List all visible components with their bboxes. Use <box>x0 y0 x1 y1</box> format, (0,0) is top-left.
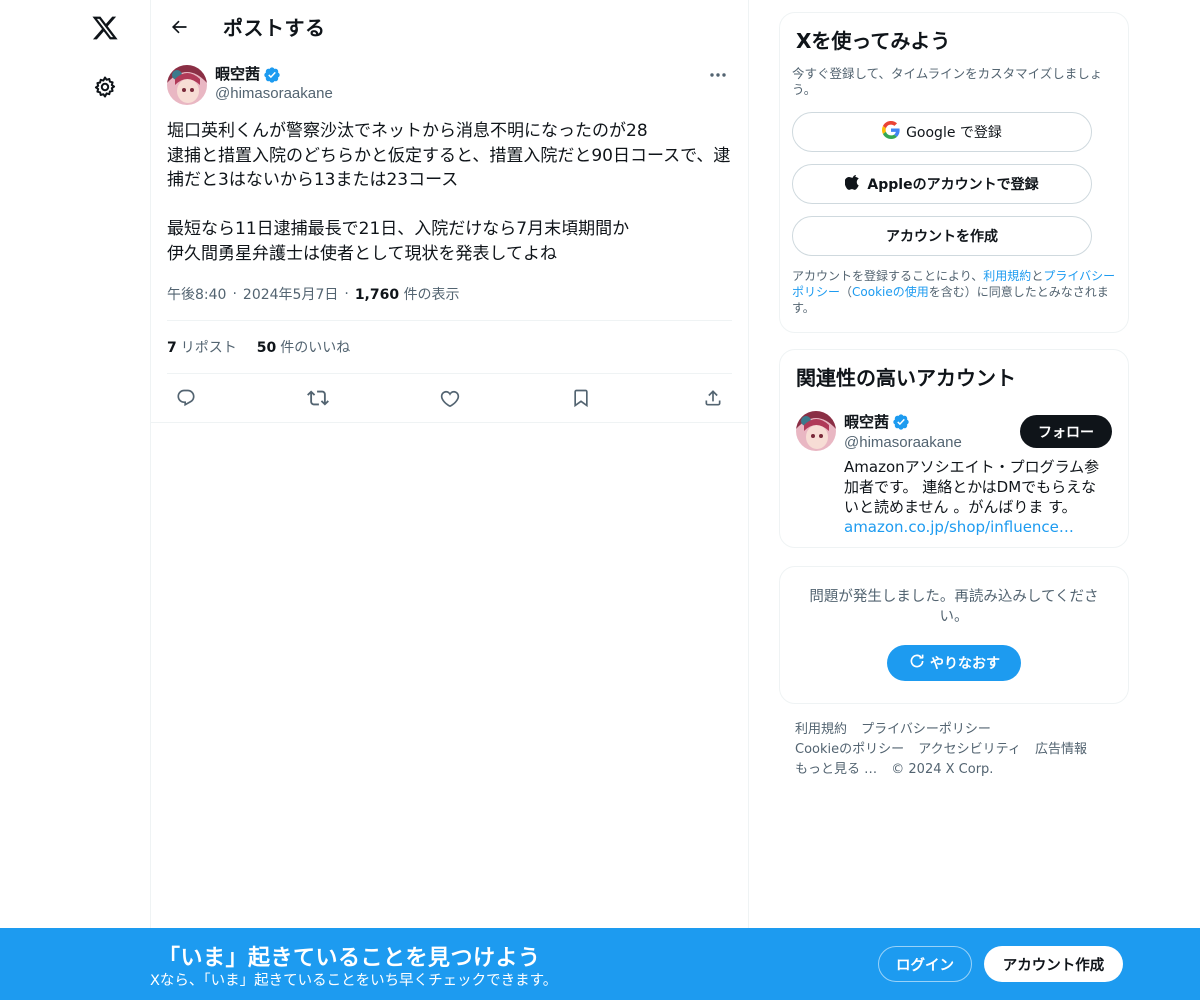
footer-row: 利用規約 プライバシーポリシー <box>795 720 1113 740</box>
signup-legal: アカウントを登録することにより、利用規約とプライバシーポリシー（Cookieの使… <box>792 268 1116 316</box>
footer-row: Cookieのポリシー アクセシビリティ 広告情報 <box>795 740 1113 760</box>
footer-row: もっと見る … © 2024 X Corp. <box>795 760 1113 780</box>
footer-link-terms[interactable]: 利用規約 <box>795 722 847 737</box>
footer-link-more[interactable]: もっと見る … <box>795 762 877 777</box>
repost-icon[interactable] <box>301 381 335 415</box>
google-icon <box>882 121 900 143</box>
banner-signup-button[interactable]: アカウント作成 <box>984 946 1123 982</box>
google-signup-label: Google で登録 <box>906 125 1002 141</box>
legal-paren: （ <box>840 285 853 299</box>
google-signup-button[interactable]: Google で登録 <box>792 112 1092 152</box>
legal-and: と <box>1031 269 1044 283</box>
create-account-label: アカウントを作成 <box>886 229 998 245</box>
recommended-accounts-card: 関連性の高いアカウント 暇空茜 @himasoraakane Amazonアソシ… <box>779 349 1129 548</box>
footer-link-ads[interactable]: 広告情報 <box>1035 742 1087 757</box>
create-account-button[interactable]: アカウントを作成 <box>792 216 1092 256</box>
author-text: 暇空茜 @himasoraakane <box>215 65 333 103</box>
legal-prefix: アカウントを登録することにより、 <box>792 269 984 283</box>
main-header: ポストする <box>151 0 748 53</box>
repost-count: 7 <box>167 340 177 356</box>
copyright: © 2024 X Corp. <box>891 762 994 777</box>
author-handle[interactable]: @himasoraakane <box>215 84 333 103</box>
meta-separator: · <box>232 286 237 302</box>
verified-badge-icon <box>263 66 281 84</box>
retry-label: やりなおす <box>930 656 1000 672</box>
views-label: 件の表示 <box>403 287 460 303</box>
apple-signup-button[interactable]: Appleのアカウントで登録 <box>792 164 1092 204</box>
page-title: ポストする <box>223 16 326 40</box>
post-author: 暇空茜 @himasoraakane <box>167 65 732 107</box>
verified-badge-icon <box>892 413 910 431</box>
post-stats: 7 リポスト 50 件のいいね <box>167 321 732 373</box>
like-count: 50 <box>256 340 277 356</box>
footer-link-cookie[interactable]: Cookieのポリシー <box>795 742 904 757</box>
banner-subtitle: Xなら、「いま」起きていることをいち早くチェックできます。 <box>150 973 558 989</box>
views-count: 1,760 <box>354 287 400 303</box>
recommended-bio-text: Amazonアソシエイト・プログラム参加者です。 連絡とかはDMでもらえないと読… <box>844 458 1100 516</box>
error-card: 問題が発生しました。再読み込みしてください。 やりなおす <box>779 566 1129 704</box>
terms-link[interactable]: 利用規約 <box>983 269 1031 283</box>
more-icon[interactable] <box>704 63 732 87</box>
meta-separator: · <box>344 286 349 302</box>
share-icon[interactable] <box>696 381 730 415</box>
recommended-account[interactable]: 暇空茜 @himasoraakane Amazonアソシエイト・プログラム参加者… <box>796 411 1112 537</box>
bottom-signup-banner: 「いま」起きていることを見つけよう Xなら、「いま」起きていることをいち早くチェ… <box>0 928 1200 1000</box>
author-name[interactable]: 暇空茜 <box>215 65 260 84</box>
post-actions <box>167 374 732 422</box>
follow-button[interactable]: フォロー <box>1020 415 1112 448</box>
signup-card: Xを使ってみよう 今すぐ登録して、タイムラインをカスタマイズしましょう。 Goo… <box>779 12 1129 333</box>
bookmark-icon[interactable] <box>564 381 598 415</box>
avatar[interactable] <box>167 65 207 105</box>
login-button[interactable]: ログイン <box>878 946 972 982</box>
recommended-title: 関連性の高いアカウント <box>796 366 1016 390</box>
repost-stat[interactable]: 7 リポスト <box>167 337 237 357</box>
avatar[interactable] <box>796 411 836 451</box>
like-stat[interactable]: 50 件のいいね <box>257 337 350 357</box>
post-meta: 午後8:40 · 2024年5月7日 · 1,760 件の表示 <box>167 284 732 304</box>
signup-title: Xを使ってみよう <box>796 29 951 53</box>
cookie-link[interactable]: Cookieの使用 <box>852 285 929 299</box>
banner-title: 「いま」起きていることを見つけよう <box>158 946 541 971</box>
refresh-icon <box>908 652 926 674</box>
post: 暇空茜 @himasoraakane 堀口英利くんが警察沙汰でネットから消息不明… <box>151 53 748 423</box>
post-date[interactable]: 2024年5月7日 <box>243 284 338 304</box>
x-logo-icon[interactable] <box>83 6 127 50</box>
repost-label: リポスト <box>180 340 237 356</box>
recommended-bio-link[interactable]: amazon.co.jp/shop/influence… <box>844 518 1074 536</box>
views: 1,760 件の表示 <box>355 284 460 304</box>
error-message: 問題が発生しました。再読み込みしてください。 <box>809 589 1099 625</box>
footer-links: 利用規約 プライバシーポリシー Cookieのポリシー アクセシビリティ 広告情… <box>779 720 1129 780</box>
reply-icon[interactable] <box>169 381 203 415</box>
post-time[interactable]: 午後8:40 <box>167 284 226 304</box>
gear-icon[interactable] <box>83 65 127 109</box>
footer-link-accessibility[interactable]: アクセシビリティ <box>918 742 1021 757</box>
author-name-row: 暇空茜 <box>215 65 333 84</box>
post-text: 堀口英利くんが警察沙汰でネットから消息不明になったのが28 逮捕と措置入院のどち… <box>167 121 731 264</box>
recommended-bio: Amazonアソシエイト・プログラム参加者です。 連絡とかはDMでもらえないと読… <box>844 457 1106 537</box>
main-column: ポストする 暇空茜 @himasoraakane 堀口英利くんが警察沙汰でネット… <box>150 0 749 1000</box>
apple-icon <box>845 173 861 195</box>
back-arrow-icon[interactable] <box>165 13 193 41</box>
signup-subtitle: 今すぐ登録して、タイムラインをカスタマイズしましょう。 <box>792 66 1103 97</box>
left-nav-rail <box>0 0 150 1000</box>
divider <box>151 422 748 423</box>
recommended-name[interactable]: 暇空茜 <box>844 411 889 432</box>
footer-link-privacy[interactable]: プライバシーポリシー <box>861 722 991 737</box>
retry-button[interactable]: やりなおす <box>887 645 1021 681</box>
like-label: 件のいいね <box>280 340 351 356</box>
right-sidebar: Xを使ってみよう 今すぐ登録して、タイムラインをカスタマイズしましょう。 Goo… <box>779 12 1129 780</box>
apple-signup-label: Appleのアカウントで登録 <box>867 177 1039 193</box>
like-icon[interactable] <box>433 381 467 415</box>
